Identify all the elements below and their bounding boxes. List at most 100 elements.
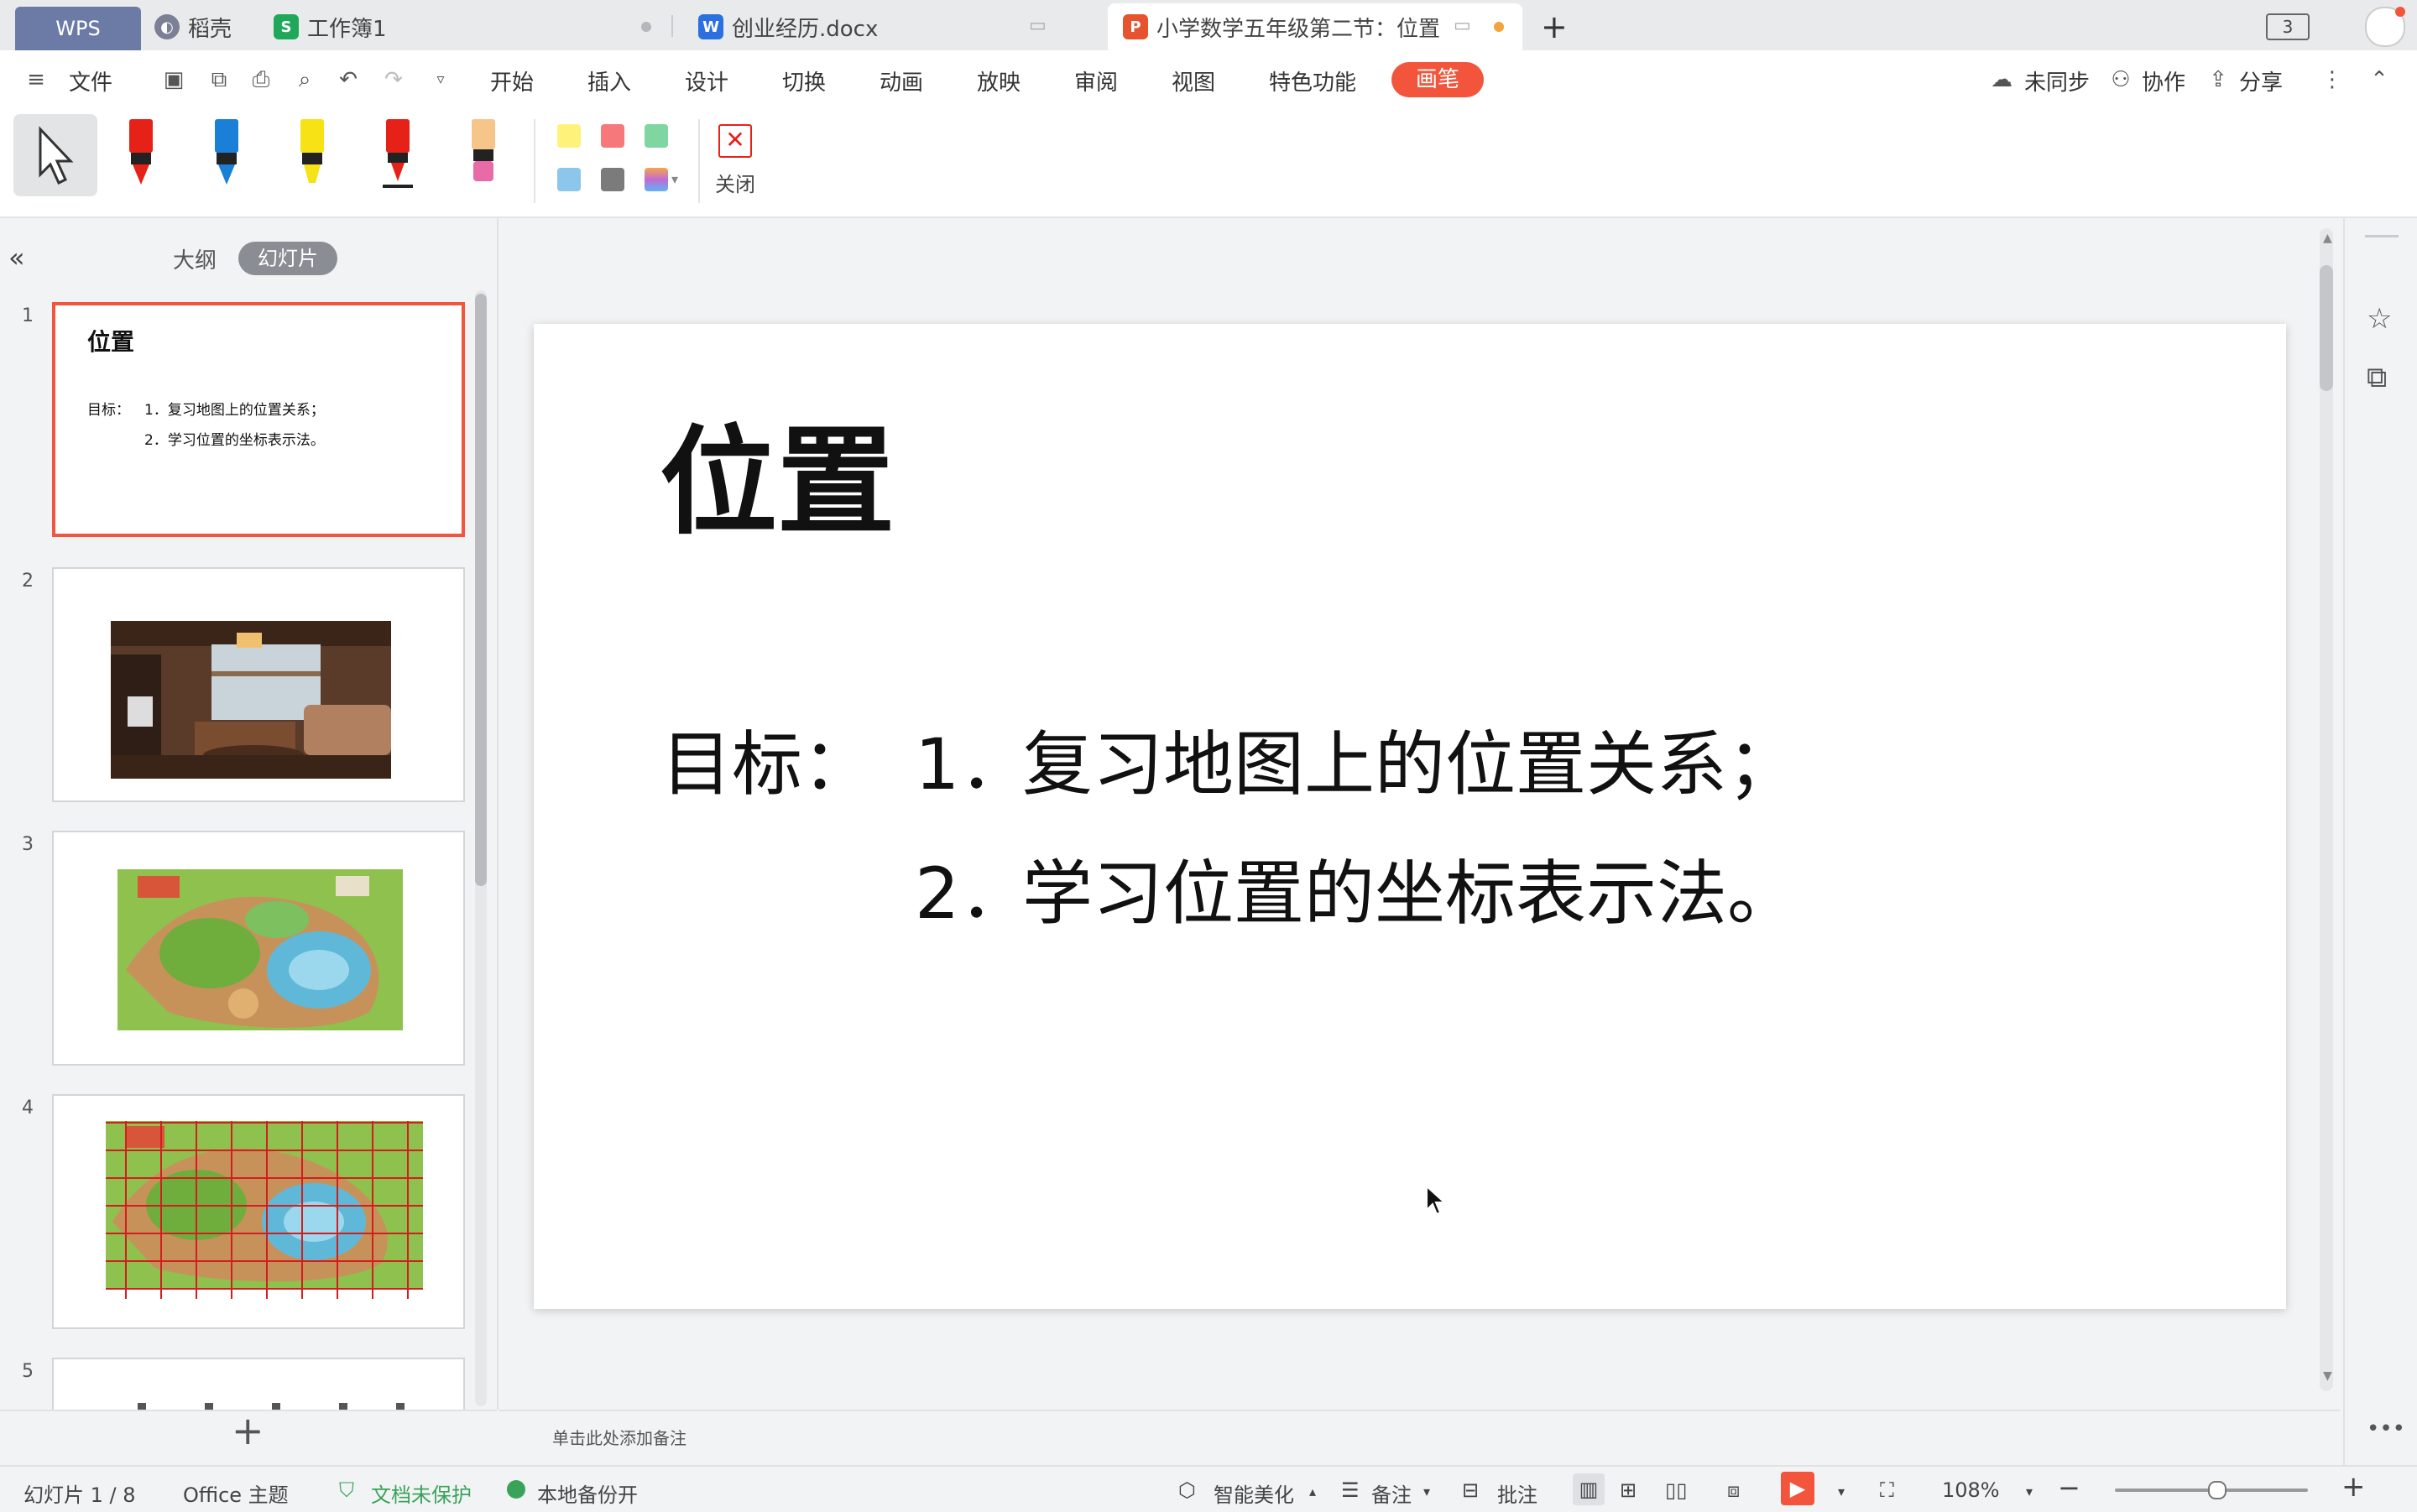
menu-animation[interactable]: 动画	[880, 65, 923, 96]
menu-review[interactable]: 审阅	[1074, 65, 1118, 96]
share-icon[interactable]: ⇪	[2204, 65, 2232, 94]
collaborate-button[interactable]: 协作	[2142, 65, 2185, 96]
yellow-highlighter-tool[interactable]	[294, 117, 331, 193]
slide-thumbnail-1[interactable]: 位置 目标： 1．复习地图上的位置关系； 2．学习位置的坐标表示法。	[52, 302, 465, 537]
normal-view-icon[interactable]: ▥	[1573, 1473, 1605, 1505]
canvas-scrollbar-thumb[interactable]	[2320, 265, 2333, 391]
slide-thumbnail-3[interactable]	[52, 831, 465, 1066]
double-chevron-left-icon[interactable]: «	[8, 242, 25, 274]
panel-scrollbar-track[interactable]	[475, 290, 487, 1406]
canvas-scrollbar-track[interactable]	[2320, 228, 2333, 1391]
close-pen-button[interactable]: 关闭	[715, 168, 755, 197]
fit-to-window-icon[interactable]: ⛶	[1880, 1478, 1894, 1502]
gray-swatch[interactable]	[601, 168, 624, 191]
print-preview-icon[interactable]: ⌕	[290, 65, 319, 94]
collapse-ribbon-icon[interactable]: ⌃	[2365, 65, 2394, 94]
more-options-icon[interactable]: ⋮	[2318, 65, 2347, 94]
select-pointer-tool[interactable]	[13, 114, 97, 196]
menu-view[interactable]: 视图	[1172, 65, 1215, 96]
slide-thumbnail-4[interactable]	[52, 1094, 465, 1329]
print-icon[interactable]: ⎙	[247, 65, 275, 94]
green-swatch[interactable]	[645, 124, 668, 148]
tab-docx[interactable]: W 创业经历.docx ▭	[698, 3, 1047, 50]
slide-line2-number[interactable]: 2．	[915, 837, 1030, 939]
presenter-tools-icon[interactable]: ⧈	[1727, 1478, 1740, 1502]
pink-swatch[interactable]	[601, 124, 624, 148]
theme-name[interactable]: Office 主题	[183, 1478, 289, 1508]
tab-active-presentation[interactable]: P 小学数学五年级第二节：位置 ▭	[1108, 3, 1522, 50]
eraser-tool[interactable]	[465, 117, 502, 193]
comments-button[interactable]: 批注	[1497, 1478, 1537, 1508]
yellow-swatch[interactable]	[557, 124, 581, 148]
drag-handle-icon[interactable]	[2365, 235, 2399, 237]
local-backup-status[interactable]: 本地备份开	[537, 1478, 638, 1508]
writer-icon: W	[698, 14, 723, 39]
zoom-level[interactable]: 108%	[1942, 1478, 2000, 1502]
blue-marker-tool[interactable]	[208, 117, 245, 193]
red-pen-tool[interactable]	[379, 117, 416, 193]
smart-beautify-button[interactable]: 智能美化	[1214, 1478, 1294, 1508]
add-slide-button[interactable]: +	[232, 1408, 264, 1453]
zoom-slider[interactable]	[2115, 1481, 2308, 1499]
file-menu[interactable]: 文件	[69, 65, 112, 96]
pin-icon[interactable]: ☆	[2367, 302, 2392, 336]
notification-dot-icon	[2395, 7, 2405, 17]
avatar[interactable]	[2365, 7, 2405, 47]
hamburger-menu-icon[interactable]: ≡	[22, 65, 50, 94]
collaborate-icon[interactable]: ⚇	[2106, 65, 2135, 94]
menu-slideshow[interactable]: 放映	[977, 65, 1021, 96]
tab-wps-home[interactable]: WPS	[15, 7, 141, 50]
slide-thumbnail-2[interactable]	[52, 567, 465, 802]
scroll-up-icon[interactable]: ▲	[2323, 232, 2332, 245]
chevron-down-icon[interactable]: ▾	[1838, 1483, 1845, 1499]
slide-number: 4	[22, 1098, 34, 1118]
tab-daoke[interactable]: ◐ 稻壳	[154, 3, 232, 50]
scroll-down-icon[interactable]: ▼	[2323, 1369, 2332, 1383]
quick-access-dropdown-icon[interactable]: ▿	[426, 65, 455, 94]
red-marker-tool[interactable]	[123, 117, 159, 193]
menu-special-features[interactable]: 特色功能	[1269, 65, 1356, 96]
slide-line2-text[interactable]: 学习位置的坐标表示法。	[1022, 837, 1798, 939]
slide-line1-number[interactable]: 1．	[915, 708, 1030, 810]
tab-outline[interactable]: 大纲	[173, 243, 217, 274]
menu-insert[interactable]: 插入	[587, 65, 631, 96]
slide-line1-text[interactable]: 复习地图上的位置关系；	[1022, 708, 1798, 810]
reading-view-icon[interactable]: ▯▯	[1665, 1478, 1687, 1502]
menu-pen[interactable]: 画笔	[1391, 62, 1484, 97]
spreadsheet-icon: S	[274, 14, 299, 39]
notes-placeholder[interactable]: 单击此处添加备注	[552, 1425, 686, 1449]
tab-workbook[interactable]: S 工作簿1	[274, 3, 651, 50]
cloud-sync-icon[interactable]: ☁	[1987, 65, 2016, 94]
slide-goal-label[interactable]: 目标：	[661, 708, 873, 810]
window-switch-button[interactable]: 3	[2266, 13, 2310, 40]
slide-thumbnail-5[interactable]	[52, 1358, 465, 1410]
new-tab-button[interactable]: +	[1541, 3, 1568, 50]
slide-title[interactable]: 位置	[660, 388, 895, 557]
notes-pane[interactable]: 单击此处添加备注	[499, 1410, 2340, 1465]
tab-slides[interactable]: 幻灯片	[238, 242, 337, 275]
zoom-slider-handle[interactable]	[2207, 1481, 2226, 1499]
redo-icon[interactable]: ↷	[379, 65, 408, 94]
more-colors-button[interactable]	[645, 168, 668, 191]
menu-home[interactable]: 开始	[490, 65, 534, 96]
undo-icon[interactable]: ↶	[334, 65, 363, 94]
export-pdf-icon[interactable]: ⧉	[205, 65, 233, 94]
menu-transition[interactable]: 切换	[782, 65, 826, 96]
sync-status[interactable]: 未同步	[2024, 65, 2090, 96]
slide-sorter-icon[interactable]: ⊞	[1620, 1478, 1637, 1502]
slide-canvas[interactable]: 位置 目标： 1． 复习地图上的位置关系； 2． 学习位置的坐标表示法。	[534, 324, 2286, 1309]
notes-toggle-button[interactable]: 备注	[1371, 1478, 1412, 1508]
zoom-in-button[interactable]: +	[2341, 1470, 2366, 1504]
slide-layout-icon[interactable]: ⧉	[2367, 361, 2387, 394]
chevron-down-icon[interactable]: ▾	[2026, 1483, 2033, 1499]
more-dots-icon[interactable]: •••	[2367, 1416, 2405, 1442]
share-button[interactable]: 分享	[2239, 65, 2283, 96]
zoom-out-button[interactable]: −	[2058, 1472, 2080, 1504]
light-blue-swatch[interactable]	[557, 168, 581, 191]
play-slideshow-button[interactable]: ▶	[1781, 1472, 1814, 1505]
menu-design[interactable]: 设计	[685, 65, 728, 96]
panel-scrollbar-thumb[interactable]	[475, 294, 487, 886]
save-icon[interactable]: ▣	[159, 65, 188, 94]
close-pen-icon[interactable]: ✕	[718, 124, 752, 158]
document-protection-status[interactable]: 文档未保护	[371, 1478, 472, 1508]
